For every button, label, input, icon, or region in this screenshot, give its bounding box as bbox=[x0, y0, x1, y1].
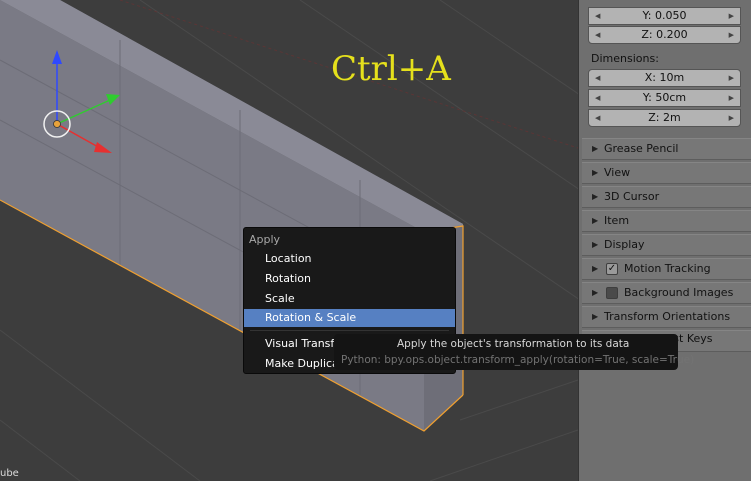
section-label: Grease Pencil bbox=[604, 142, 679, 155]
checkbox-unchecked-icon[interactable] bbox=[606, 287, 618, 299]
increment-arrow-icon[interactable]: ▶ bbox=[729, 8, 734, 24]
expand-triangle-icon: ▶ bbox=[592, 264, 599, 273]
expand-triangle-icon: ▶ bbox=[592, 240, 599, 249]
properties-panel: ◀ Y: 0.050 ▶ ◀ Z: 0.200 ▶ Dimensions: ◀ … bbox=[578, 0, 751, 481]
tooltip: Apply the object's transformation to its… bbox=[334, 334, 694, 370]
menu-item-scale[interactable]: Scale bbox=[244, 290, 455, 308]
shortcut-overlay: Ctrl+A bbox=[331, 49, 451, 89]
menu-item-location[interactable]: Location bbox=[244, 250, 455, 268]
section-background-images[interactable]: ▶ Background Images bbox=[582, 282, 751, 304]
field-value: Z: 0.200 bbox=[641, 28, 688, 41]
location-y-field[interactable]: ◀ Y: 0.050 ▶ bbox=[588, 7, 741, 25]
origin-icon bbox=[53, 120, 61, 128]
location-z-field[interactable]: ◀ Z: 0.200 ▶ bbox=[588, 26, 741, 44]
increment-arrow-icon[interactable]: ▶ bbox=[729, 110, 734, 126]
menu-title: Apply bbox=[249, 233, 281, 246]
section-label: Display bbox=[604, 238, 645, 251]
section-display[interactable]: ▶ Display bbox=[582, 234, 751, 256]
field-value: X: 10m bbox=[644, 71, 685, 84]
section-item[interactable]: ▶ Item bbox=[582, 210, 751, 232]
expand-triangle-icon: ▶ bbox=[592, 168, 599, 177]
expand-triangle-icon: ▶ bbox=[592, 288, 599, 297]
expand-triangle-icon: ▶ bbox=[592, 312, 599, 321]
dimension-z-field[interactable]: ◀ Z: 2m ▶ bbox=[588, 109, 741, 127]
section-transform-orientations[interactable]: ▶ Transform Orientations bbox=[582, 306, 751, 328]
menu-divider bbox=[250, 330, 449, 331]
checkbox-checked-icon[interactable]: ✓ bbox=[606, 263, 618, 275]
section-label: View bbox=[604, 166, 631, 179]
decrement-arrow-icon[interactable]: ◀ bbox=[595, 70, 600, 86]
section-grease-pencil[interactable]: ▶ Grease Pencil bbox=[582, 138, 751, 160]
section-label: Item bbox=[604, 214, 630, 227]
decrement-arrow-icon[interactable]: ◀ bbox=[595, 27, 600, 43]
menu-item-label: Scale bbox=[265, 292, 295, 305]
section-label: Motion Tracking bbox=[624, 262, 711, 275]
menu-item-rotation-scale[interactable]: Rotation & Scale bbox=[244, 309, 455, 327]
increment-arrow-icon[interactable]: ▶ bbox=[729, 90, 734, 106]
section-motion-tracking[interactable]: ▶ ✓ Motion Tracking bbox=[582, 258, 751, 280]
section-view[interactable]: ▶ View bbox=[582, 162, 751, 184]
increment-arrow-icon[interactable]: ▶ bbox=[729, 70, 734, 86]
expand-triangle-icon: ▶ bbox=[592, 192, 599, 201]
section-3d-cursor[interactable]: ▶ 3D Cursor bbox=[582, 186, 751, 208]
section-label: Transform Orientations bbox=[604, 310, 731, 323]
expand-triangle-icon: ▶ bbox=[592, 144, 599, 153]
menu-item-label: Rotation & Scale bbox=[265, 311, 357, 324]
expand-triangle-icon: ▶ bbox=[592, 216, 599, 225]
field-value: Z: 2m bbox=[648, 111, 681, 124]
menu-item-rotation[interactable]: Rotation bbox=[244, 270, 455, 288]
decrement-arrow-icon[interactable]: ◀ bbox=[595, 8, 600, 24]
field-value: Y: 0.050 bbox=[642, 9, 687, 22]
object-name-label: ube bbox=[0, 468, 19, 479]
increment-arrow-icon[interactable]: ▶ bbox=[729, 27, 734, 43]
dimension-y-field[interactable]: ◀ Y: 50cm ▶ bbox=[588, 89, 741, 107]
dimension-x-field[interactable]: ◀ X: 10m ▶ bbox=[588, 69, 741, 87]
menu-item-label: Location bbox=[265, 252, 312, 265]
field-value: Y: 50cm bbox=[642, 91, 687, 104]
section-label: Background Images bbox=[624, 286, 734, 299]
dimensions-label: Dimensions: bbox=[591, 52, 659, 65]
menu-item-label: Make Duplicat bbox=[265, 357, 344, 370]
section-label: 3D Cursor bbox=[604, 190, 660, 203]
tooltip-description: Apply the object's transformation to its… bbox=[397, 338, 630, 350]
menu-item-label: Rotation bbox=[265, 272, 312, 285]
tooltip-python: Python: bpy.ops.object.transform_apply(r… bbox=[341, 354, 695, 366]
decrement-arrow-icon[interactable]: ◀ bbox=[595, 90, 600, 106]
decrement-arrow-icon[interactable]: ◀ bbox=[595, 110, 600, 126]
3d-viewport[interactable]: Ctrl+A ube Apply Location Rotation Scale… bbox=[0, 0, 578, 481]
